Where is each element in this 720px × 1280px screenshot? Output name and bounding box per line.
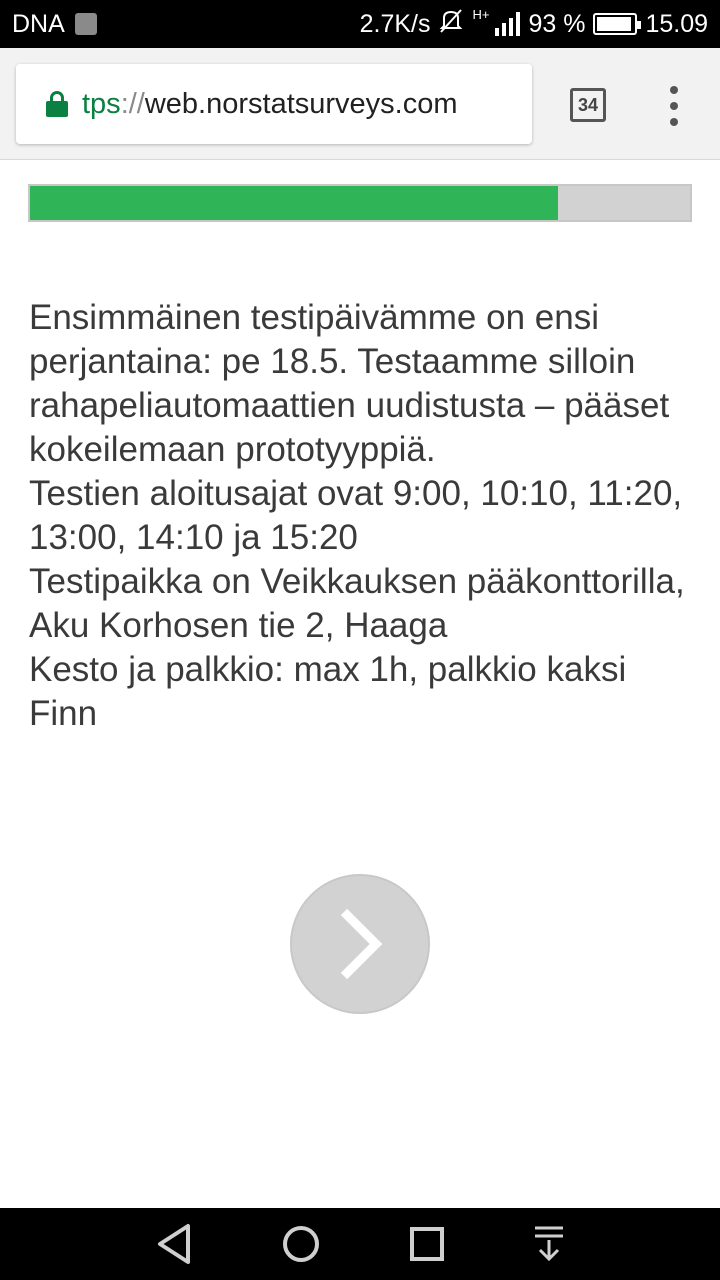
back-icon[interactable] — [154, 1222, 194, 1266]
image-notification-icon — [74, 13, 97, 35]
carrier-label: DNA — [12, 9, 65, 38]
survey-progress-bar — [28, 184, 692, 222]
signal-strength-icon — [495, 12, 521, 36]
tab-count: 34 — [577, 94, 599, 115]
paragraph-test-date: Ensimmäinen testipäivämme on ensi perjan… — [29, 298, 670, 469]
survey-progress-fill — [30, 186, 558, 220]
next-button[interactable] — [290, 874, 430, 1014]
system-nav-bar — [0, 1208, 720, 1280]
recents-icon[interactable] — [409, 1226, 445, 1262]
url-text[interactable]: tps://web.norstatsurveys.com — [82, 88, 458, 121]
paragraph-start-times: Testien aloitusajat ovat 9:00, 10:10, 11… — [29, 474, 683, 557]
battery-icon — [593, 13, 642, 35]
network-type: H+ — [472, 6, 490, 22]
status-bar: DNA 2.7K/s H+ 93 % 15.09 — [0, 0, 720, 48]
mute-icon — [438, 8, 464, 41]
chevron-right-icon — [340, 908, 383, 980]
lock-icon[interactable] — [46, 91, 68, 117]
paragraph-location: Testipaikka on Veikkauksen pääkonttorill… — [29, 562, 685, 645]
battery-percent: 93 % — [528, 9, 586, 38]
paragraph-duration-reward: Kesto ja palkkio: max 1h, palkkio kaksi … — [29, 650, 627, 733]
notification-pull-icon[interactable] — [532, 1224, 566, 1264]
survey-question-text: Ensimmäinen testipäivämme on ensi perjan… — [29, 296, 699, 736]
network-speed: 2.7K/s — [359, 9, 431, 38]
tab-switcher-button[interactable]: 34 — [570, 88, 606, 122]
status-right: 2.7K/s H+ 93 % 15.09 — [359, 6, 708, 41]
battery-fill — [597, 17, 631, 31]
home-icon[interactable] — [281, 1224, 321, 1264]
url-separator: :// — [120, 87, 145, 120]
overflow-menu-icon[interactable] — [662, 86, 686, 126]
url-host: web.norstatsurveys.com — [144, 87, 458, 120]
status-left: DNA — [12, 10, 97, 39]
browser-toolbar: tps://web.norstatsurveys.com 34 — [0, 48, 720, 160]
clock: 15.09 — [645, 9, 708, 38]
url-scheme: tps — [82, 87, 121, 120]
address-bar[interactable]: tps://web.norstatsurveys.com — [16, 64, 532, 144]
